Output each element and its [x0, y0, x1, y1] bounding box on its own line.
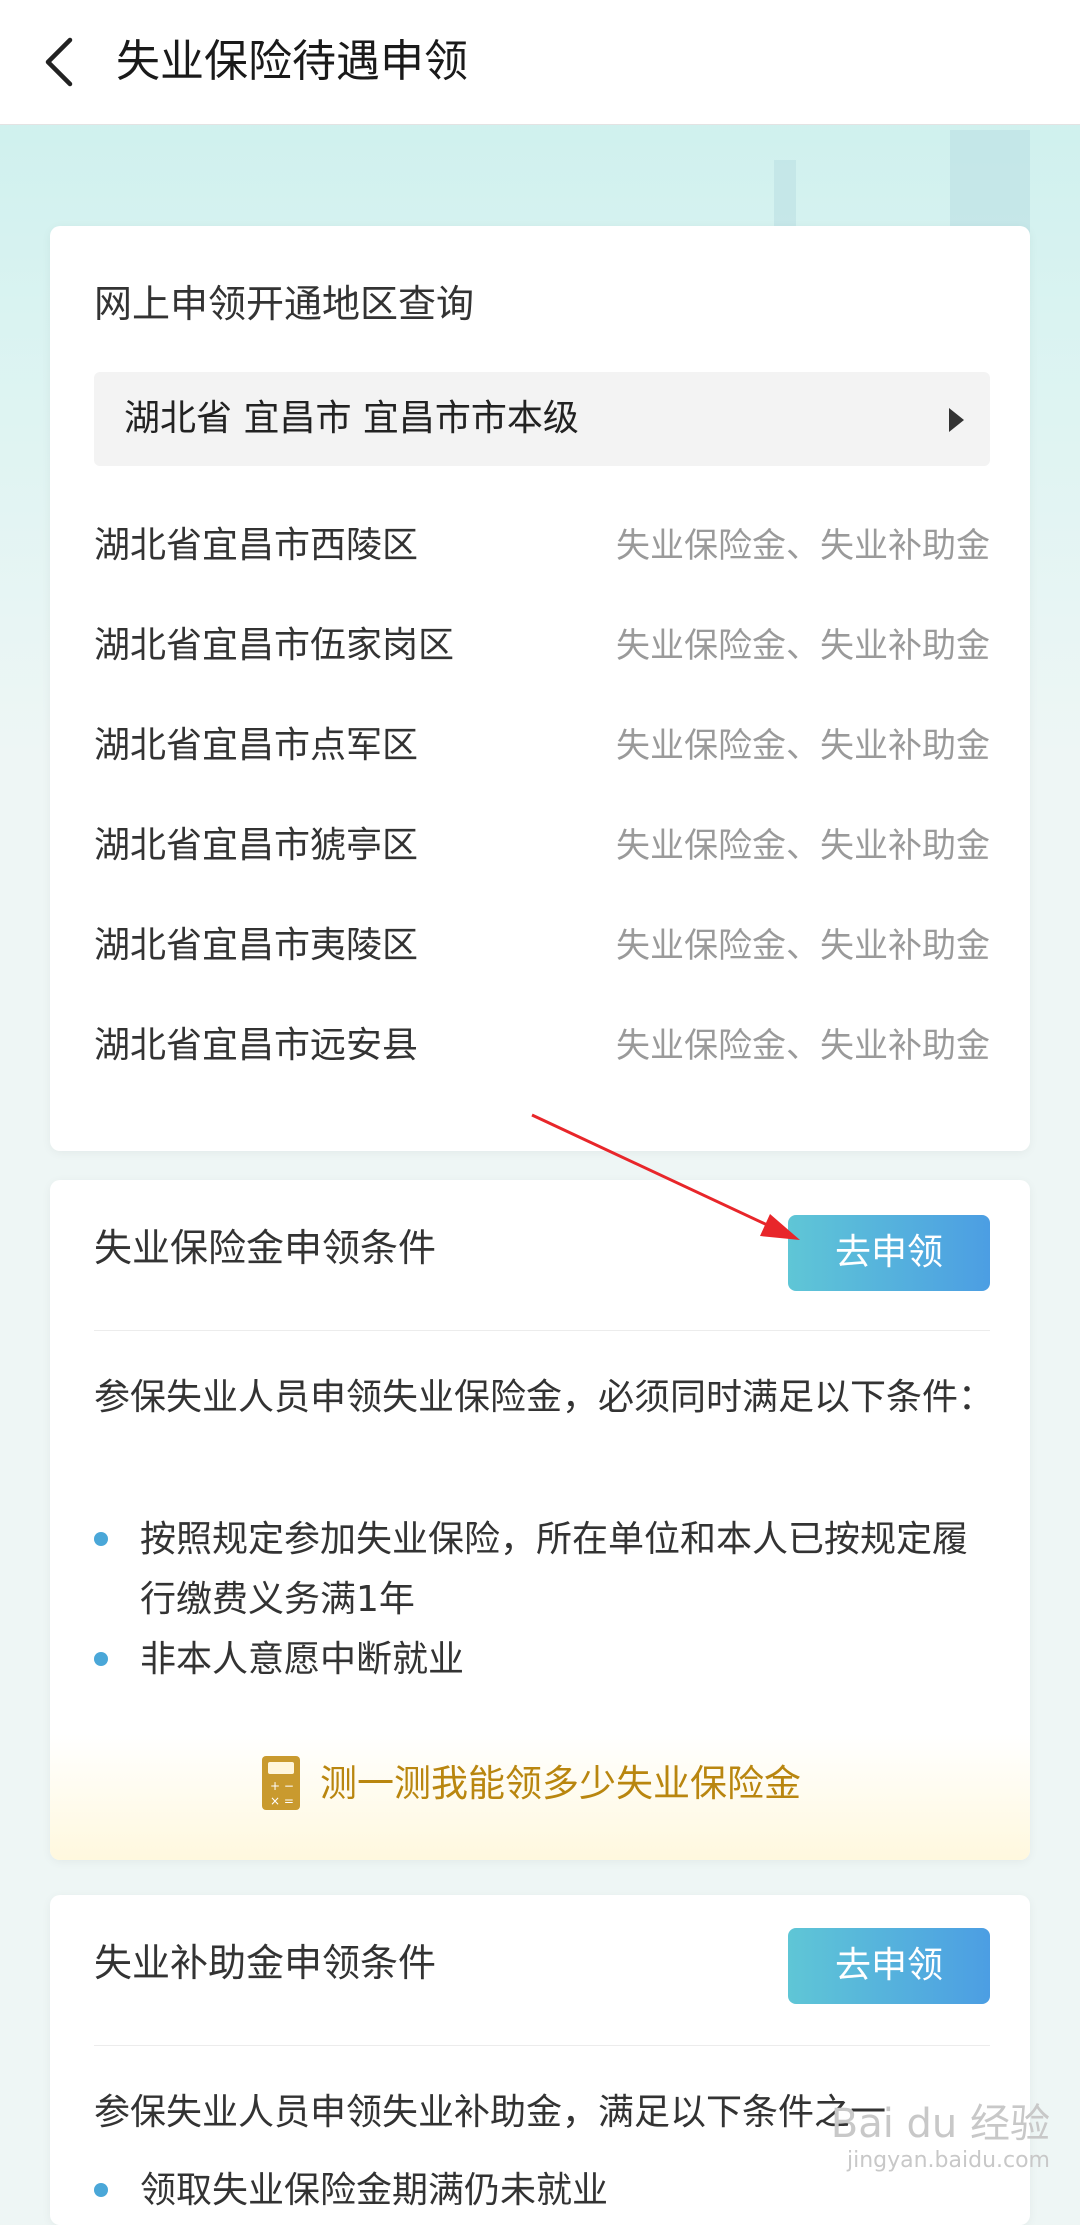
region-name: 湖北省宜昌市远安县 [94, 1025, 419, 1066]
calculator-link[interactable]: 测一测我能领多少失业保险金 [320, 1756, 801, 1812]
bullet-dot [94, 1532, 108, 1546]
region-row: 湖北省宜昌市夷陵区 失业保险金、失业补助金 [94, 916, 990, 976]
condition-text: 非本人意愿中断就业 [140, 1639, 465, 1680]
watermark: Bai du 经验 jingyan.baidu.com [831, 2100, 1050, 2174]
region-name: 湖北省宜昌市猇亭区 [94, 825, 419, 866]
svg-text:+ −: + − [270, 1779, 294, 1793]
navigation-bar: 失业保险待遇申领 [0, 0, 1080, 125]
region-services: 失业保险金、失业补助金 [616, 626, 990, 666]
calculator-banner[interactable]: + − × = 测一测我能领多少失业保险金 [50, 1734, 1030, 1860]
region-row: 湖北省宜昌市点军区 失业保险金、失业补助金 [94, 716, 990, 776]
svg-text:× =: × = [270, 1794, 294, 1808]
region-services: 失业保险金、失业补助金 [616, 1026, 990, 1066]
region-row: 湖北省宜昌市猇亭区 失业保险金、失业补助金 [94, 816, 990, 876]
region-services: 失业保险金、失业补助金 [616, 926, 990, 966]
condition-text: 按照规定参加失业保险，所在单位和本人已按规定履行缴费义务满1年 [140, 1519, 969, 1620]
region-query-card: 网上申领开通地区查询 湖北省 宜昌市 宜昌市市本级 湖北省宜昌市西陵区 失业保险… [50, 226, 1030, 1151]
divider [94, 1330, 990, 1331]
chevron-left-icon[interactable] [40, 36, 80, 88]
watermark-text: Bai du 经验 [830, 2101, 1050, 2147]
region-row: 湖北省宜昌市伍家岗区 失业保险金、失业补助金 [94, 616, 990, 676]
region-name: 湖北省宜昌市夷陵区 [94, 925, 419, 966]
insurance-conditions-card: 失业保险金申领条件 去申领 参保失业人员申领失业保险金，必须同时满足以下条件： … [50, 1180, 1030, 1860]
region-query-title: 网上申领开通地区查询 [94, 282, 475, 326]
insurance-intro: 参保失业人员申领失业保险金，必须同时满足以下条件： [94, 1377, 995, 1418]
subsidy-apply-button[interactable]: 去申领 [788, 1928, 990, 2004]
insurance-conditions-title: 失业保险金申领条件 [94, 1226, 437, 1270]
divider [94, 2045, 990, 2046]
subsidy-conditions-card: 失业补助金申领条件 去申领 参保失业人员申领失业补助金，满足以下条件之一 领取失… [50, 1895, 1030, 2225]
page-title: 失业保险待遇申领 [116, 36, 468, 87]
bullet-dot [94, 2183, 108, 2197]
region-name: 湖北省宜昌市伍家岗区 [94, 625, 455, 666]
region-services: 失业保险金、失业补助金 [616, 526, 990, 566]
bullet-dot [94, 1652, 108, 1666]
triangle-right-icon [949, 408, 964, 432]
watermark-url: jingyan.baidu.com [846, 2148, 1050, 2173]
selected-region: 湖北省 宜昌市 宜昌市市本级 [124, 398, 579, 439]
insurance-apply-button[interactable]: 去申领 [788, 1215, 990, 1291]
region-row: 湖北省宜昌市远安县 失业保险金、失业补助金 [94, 1016, 990, 1076]
calculator-icon: + − × = [262, 1756, 300, 1810]
region-row: 湖北省宜昌市西陵区 失业保险金、失业补助金 [94, 516, 990, 576]
region-services: 失业保险金、失业补助金 [616, 826, 990, 866]
region-name: 湖北省宜昌市点军区 [94, 725, 419, 766]
region-name: 湖北省宜昌市西陵区 [94, 525, 419, 566]
region-selector[interactable]: 湖北省 宜昌市 宜昌市市本级 [94, 372, 990, 466]
subsidy-conditions-title: 失业补助金申领条件 [94, 1941, 437, 1985]
region-services: 失业保险金、失业补助金 [616, 726, 990, 766]
background-tower [774, 160, 796, 230]
